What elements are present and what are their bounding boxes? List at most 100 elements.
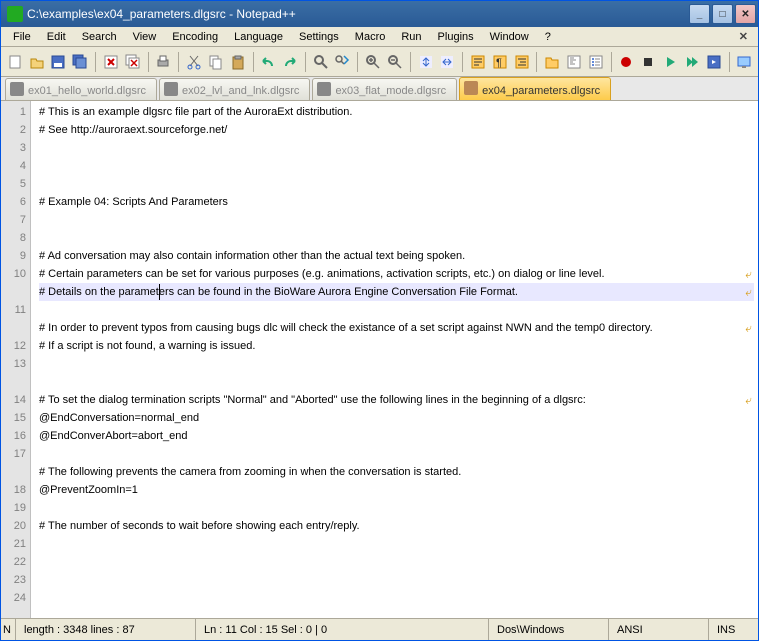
undo-icon: [260, 54, 276, 70]
menu-search[interactable]: Search: [74, 29, 125, 45]
code-line[interactable]: [39, 445, 754, 463]
close-all-button[interactable]: [123, 50, 143, 73]
code-area[interactable]: # This is an example dlgsrc file part of…: [31, 101, 758, 618]
line-number: 19: [1, 499, 26, 517]
wrap-icon: ⤶: [745, 319, 752, 337]
line-gutter: 123456789101112131415161718192021222324: [1, 101, 31, 618]
zoom-out-button[interactable]: [385, 50, 405, 73]
replace-icon: [334, 54, 350, 70]
sync-v-button[interactable]: [416, 50, 436, 73]
code-line[interactable]: # Details on the parameters can be found…: [39, 283, 754, 301]
file-icon: [464, 81, 478, 95]
code-line[interactable]: # In order to prevent typos from causing…: [39, 319, 754, 337]
menu-file[interactable]: File: [5, 29, 39, 45]
sync-h-button[interactable]: [437, 50, 457, 73]
code-line[interactable]: [39, 499, 754, 517]
code-line[interactable]: @EndConverAbort=abort_end: [39, 427, 754, 445]
find-button[interactable]: [311, 50, 331, 73]
tab-1[interactable]: ex02_lvl_and_lnk.dlgsrc: [159, 78, 310, 100]
replace-button[interactable]: [333, 50, 353, 73]
line-number: 8: [1, 229, 26, 247]
code-line[interactable]: # The following prevents the camera from…: [39, 463, 754, 481]
close-button[interactable]: [101, 50, 121, 73]
new-icon: [7, 54, 23, 70]
rec-button[interactable]: [617, 50, 637, 73]
new-button[interactable]: [5, 50, 25, 73]
code-line[interactable]: [39, 229, 754, 247]
minimize-button[interactable]: _: [689, 4, 710, 24]
play-multi-button[interactable]: [682, 50, 702, 73]
save-button[interactable]: [49, 50, 69, 73]
code-line[interactable]: # Ad conversation may also contain infor…: [39, 247, 754, 265]
line-number: 4: [1, 157, 26, 175]
doc-map-button[interactable]: [564, 50, 584, 73]
close-button[interactable]: ✕: [735, 4, 756, 24]
menu-view[interactable]: View: [125, 29, 165, 45]
status-norm: N: [1, 619, 15, 640]
menu-help[interactable]: ?: [537, 29, 559, 45]
all-chars-button[interactable]: ¶: [490, 50, 510, 73]
menu-edit[interactable]: Edit: [39, 29, 74, 45]
code-line[interactable]: # The number of seconds to wait before s…: [39, 517, 754, 535]
code-line[interactable]: # Example 04: Scripts And Parameters: [39, 193, 754, 211]
code-line[interactable]: @PreventZoomIn=1: [39, 481, 754, 499]
code-line[interactable]: [39, 175, 754, 193]
code-line[interactable]: # If a script is not found, a warning is…: [39, 337, 754, 355]
maximize-button[interactable]: □: [712, 4, 733, 24]
undo-button[interactable]: [258, 50, 278, 73]
tab-2[interactable]: ex03_flat_mode.dlgsrc: [312, 78, 457, 100]
redo-button[interactable]: [280, 50, 300, 73]
code-line[interactable]: # To set the dialog termination scripts …: [39, 391, 754, 409]
code-line[interactable]: # See http://auroraext.sourceforge.net/: [39, 121, 754, 139]
doc-close-button[interactable]: ✕: [733, 30, 754, 43]
menu-settings[interactable]: Settings: [291, 29, 347, 45]
tab-0[interactable]: ex01_hello_world.dlgsrc: [5, 78, 157, 100]
code-line[interactable]: [39, 355, 754, 373]
code-line[interactable]: # This is an example dlgsrc file part of…: [39, 103, 754, 121]
open-button[interactable]: [27, 50, 47, 73]
copy-button[interactable]: [206, 50, 226, 73]
close-icon: [103, 54, 119, 70]
menu-macro[interactable]: Macro: [347, 29, 394, 45]
monitor-button[interactable]: [734, 50, 754, 73]
save-macro-button[interactable]: [704, 50, 724, 73]
play-button[interactable]: [660, 50, 680, 73]
save-all-button[interactable]: [70, 50, 90, 73]
code-line[interactable]: [39, 211, 754, 229]
menu-language[interactable]: Language: [226, 29, 291, 45]
menu-encoding[interactable]: Encoding: [164, 29, 226, 45]
line-number: 17: [1, 445, 26, 481]
zoom-in-button[interactable]: [363, 50, 383, 73]
menu-window[interactable]: Window: [482, 29, 537, 45]
tab-3[interactable]: ex04_parameters.dlgsrc: [459, 77, 611, 100]
editor: 123456789101112131415161718192021222324 …: [1, 101, 758, 618]
line-number: 20: [1, 517, 26, 535]
print-button[interactable]: [153, 50, 173, 73]
cut-button[interactable]: [184, 50, 204, 73]
line-number: 23: [1, 571, 26, 589]
stop-button[interactable]: [638, 50, 658, 73]
menu-run[interactable]: Run: [393, 29, 429, 45]
code-line[interactable]: [39, 157, 754, 175]
code-line[interactable]: [39, 139, 754, 157]
code-line[interactable]: # Certain parameters can be set for vari…: [39, 265, 754, 283]
window-title: C:\examples\ex04_parameters.dlgsrc - Not…: [27, 7, 689, 21]
indent-button[interactable]: [512, 50, 532, 73]
code-line[interactable]: @EndConversation=normal_end: [39, 409, 754, 427]
line-number: 5: [1, 175, 26, 193]
func-list-button[interactable]: [586, 50, 606, 73]
menu-plugins[interactable]: Plugins: [430, 29, 482, 45]
code-line[interactable]: [39, 373, 754, 391]
paste-button[interactable]: [228, 50, 248, 73]
wordwrap-button[interactable]: [468, 50, 488, 73]
wrap-icon: ⤶: [745, 283, 752, 301]
code-line[interactable]: [39, 301, 754, 319]
line-number: 15: [1, 409, 26, 427]
tab-bar: ex01_hello_world.dlgsrcex02_lvl_and_lnk.…: [1, 77, 758, 101]
play-icon: [662, 54, 678, 70]
redo-icon: [282, 54, 298, 70]
zoom-out-icon: [387, 54, 403, 70]
close-all-icon: [125, 54, 141, 70]
wrap-icon: ⤶: [745, 265, 752, 283]
folder-button[interactable]: [542, 50, 562, 73]
